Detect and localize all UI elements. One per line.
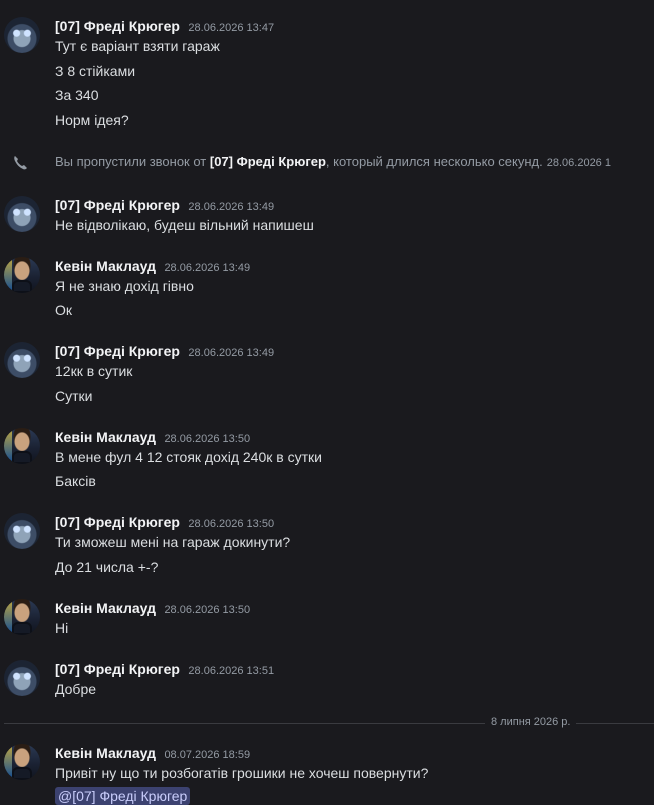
message-text: Ок	[55, 302, 73, 318]
avatar[interactable]	[4, 599, 40, 635]
timestamp: 28.06.2026 13:50	[164, 433, 251, 445]
message-text: Ти зможеш мені на гараж докинути?	[55, 534, 291, 550]
author-name[interactable]: Кевін Маклауд	[55, 258, 156, 274]
author-name[interactable]: [07] Фреді Крюгер	[55, 197, 180, 213]
caller-name[interactable]: [07] Фреді Крюгер	[210, 154, 326, 169]
timestamp: 28.06.2026 13:49	[188, 201, 275, 213]
system-text-prefix: Вы пропустили звонок от	[55, 154, 210, 169]
message-text: Норм ідея?	[55, 112, 129, 128]
message-text: Привіт ну що ти розбогатів грошики не хо…	[55, 765, 429, 781]
missed-call-notice: Вы пропустили звонок от [07] Фреді Крюге…	[0, 153, 654, 173]
avatar[interactable]	[4, 744, 40, 780]
author-name[interactable]: [07] Фреді Крюгер	[55, 514, 180, 530]
message-text: Добре	[55, 681, 97, 697]
avatar[interactable]	[4, 342, 40, 378]
author-name[interactable]: Кевін Маклауд	[55, 745, 156, 761]
avatar[interactable]	[4, 660, 40, 696]
author-name[interactable]: Кевін Маклауд	[55, 429, 156, 445]
message-text: Тут є варіант взяти гараж	[55, 38, 220, 54]
author-name[interactable]: [07] Фреді Крюгер	[55, 343, 180, 359]
timestamp: 28.06.2026 13:47	[188, 22, 275, 34]
message-text: З 8 стійками	[55, 63, 136, 79]
author-name[interactable]: Кевін Маклауд	[55, 600, 156, 616]
message-text: Баксів	[55, 473, 96, 489]
message-text: Не відволікаю, будеш вільний напишеш	[55, 217, 314, 233]
user-mention[interactable]: @[07] Фреді Крюгер	[55, 787, 191, 805]
message-text: Я не знаю дохід гівно	[55, 278, 194, 294]
message-text: До 21 числа +-?	[55, 559, 159, 575]
message-text: Ні	[55, 620, 69, 636]
timestamp: 28.06.2026 13:50	[164, 604, 251, 616]
avatar[interactable]	[4, 428, 40, 464]
timestamp: 28.06.2026 13:51	[188, 665, 275, 677]
message-text: В мене фул 4 12 стояк дохід 240к в сутки	[55, 449, 322, 465]
avatar[interactable]	[4, 257, 40, 293]
date-divider-label: 8 липня 2026 р.	[485, 716, 577, 728]
timestamp: 08.07.2026 18:59	[164, 749, 251, 761]
timestamp: 28.06.2026 13:50	[188, 518, 275, 530]
timestamp: 28.06.2026 1	[546, 157, 611, 169]
author-name[interactable]: [07] Фреді Крюгер	[55, 661, 180, 677]
system-text-suffix: , который длился несколько секунд.	[325, 154, 543, 169]
phone-missed-icon	[14, 156, 27, 170]
author-name[interactable]: [07] Фреді Крюгер	[55, 18, 180, 34]
timestamp: 28.06.2026 13:49	[164, 262, 251, 274]
message-text: 12кк в сутик	[55, 363, 133, 379]
avatar[interactable]	[4, 196, 40, 232]
message-text: За 340	[55, 87, 99, 103]
avatar[interactable]	[4, 513, 40, 549]
avatar[interactable]	[4, 17, 40, 53]
timestamp: 28.06.2026 13:49	[188, 347, 275, 359]
message-text: Сутки	[55, 388, 93, 404]
